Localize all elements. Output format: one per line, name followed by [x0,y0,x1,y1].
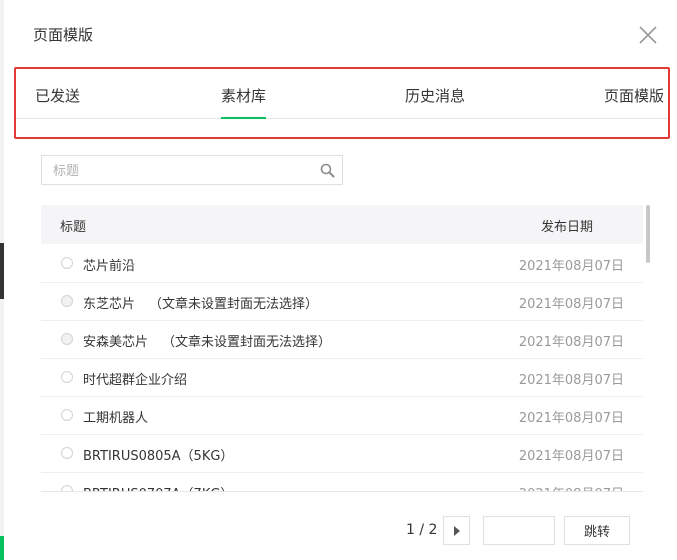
row-title: 工期机器人 [83,407,148,426]
row-date: 2021年08月07日 [518,411,624,426]
row-date: 2021年08月07日 [519,483,624,491]
chevron-right-icon [454,526,460,536]
column-header-title: 标题 [60,220,87,235]
row-date: 2021年08月07日 [518,449,624,464]
article-table: 标题 发布日期 芯片前沿 2021年08月07日 东芝芯片 （文章未设置封面无法选择）… [41,205,643,492]
row-title-text: 安森美芯片 [83,335,149,350]
row-title: 安森美芯片 （文章未设置封面无法选择） [83,331,331,350]
row-radio [61,333,73,345]
row-title: BRTIRUS0805A（5KG） [83,445,233,464]
table-row[interactable]: 东芝芯片 （文章未设置封面无法选择） 2021年08月07日 [41,283,643,321]
dialog-title: 页面模版 [33,26,94,44]
table-header: 标题 发布日期 [41,205,643,244]
row-title: 芯片前沿 [83,255,135,274]
tab-material-library[interactable]: 素材库 [221,85,267,119]
row-title-text: 芯片前沿 [83,259,136,274]
row-radio [61,295,73,307]
row-radio[interactable] [61,447,73,459]
table-row[interactable]: 工期机器人 2021年08月07日 [41,397,643,435]
row-radio[interactable] [61,371,73,383]
scrollbar-thumb[interactable] [646,205,650,263]
row-note: （文章未设置封面无法选择） [149,297,319,312]
row-date: 2021年08月07日 [518,259,624,274]
search-box [41,155,343,185]
table-row[interactable]: 安森美芯片 （文章未设置封面无法选择） 2021年08月07日 [41,321,643,359]
row-title-text: 工期机器人 [83,411,149,426]
row-title-text: BRTIRUS0805A（5KG） [83,449,234,464]
tab-sent[interactable]: 已发送 [35,85,80,106]
table-row[interactable]: BRTIRUS0805A（5KG） 2021年08月07日 [41,435,643,473]
row-title-text: BRTIRUS0707A（7KG） [83,487,233,491]
tab-bar-divider [16,118,668,119]
row-radio[interactable] [61,485,73,491]
template-dialog: 页面模版 已发送 素材库 历史消息 页面模版 标题 发布日期 芯片前沿 2021年… [4,0,677,560]
next-page-button[interactable] [443,516,470,545]
page-jump-button[interactable]: 跳转 [564,516,630,545]
close-icon[interactable] [638,25,658,45]
page-jump-input[interactable] [483,516,555,545]
page-indicator: 1 / 2 [406,522,438,538]
row-note: （文章未设置封面无法选择） [162,335,332,350]
row-date: 2021年08月07日 [518,373,624,388]
row-title: 时代超群企业介绍 [83,369,187,388]
row-radio[interactable] [61,409,73,421]
tab-bar: 已发送 素材库 历史消息 页面模版 [14,67,670,139]
column-header-date: 发布日期 [540,220,593,235]
table-row[interactable]: 时代超群企业介绍 2021年08月07日 [41,359,643,397]
search-icon[interactable] [320,163,335,178]
row-title: 东芝芯片 （文章未设置封面无法选择） [83,293,318,312]
row-radio[interactable] [61,257,73,269]
row-date: 2021年08月07日 [518,297,624,312]
tab-history-messages[interactable]: 历史消息 [405,85,465,106]
row-title-text: 时代超群企业介绍 [83,373,188,388]
table-row[interactable]: 芯片前沿 2021年08月07日 [41,245,643,283]
table-scrollbar[interactable] [646,205,650,491]
row-title: BRTIRUS0707A（7KG） [83,483,233,491]
search-input[interactable] [51,160,315,182]
row-title-text: 东芝芯片 [83,297,136,312]
table-row[interactable]: BRTIRUS0707A（7KG） 2021年08月07日 [41,473,643,491]
tab-page-template[interactable]: 页面模版 [604,85,664,106]
row-date: 2021年08月07日 [518,335,624,350]
